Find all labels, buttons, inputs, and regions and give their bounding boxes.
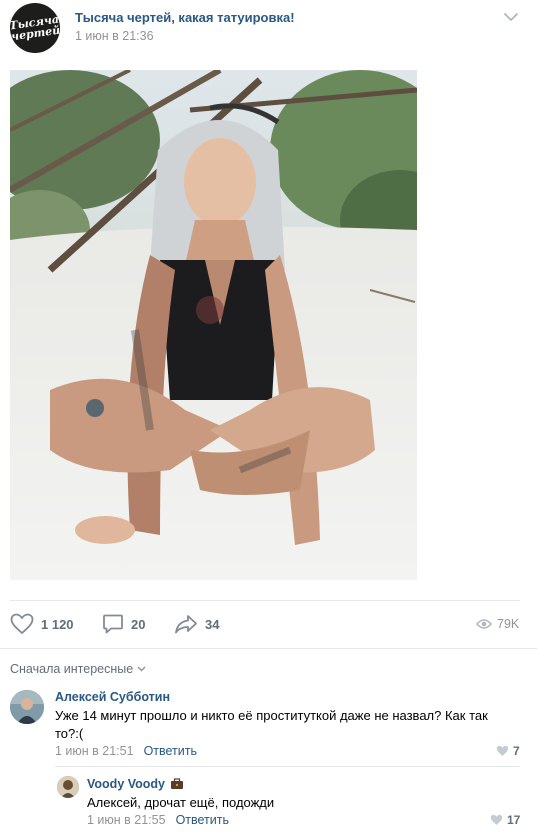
- comment-author[interactable]: Алексей Субботин: [55, 690, 170, 704]
- group-name-link[interactable]: Тысяча чертей, какая татуировка!: [75, 10, 295, 25]
- comments-sort-dropdown[interactable]: Сначала интересные: [10, 662, 146, 676]
- comment-divider: [55, 766, 520, 767]
- comment-date[interactable]: 1 июн в 21:51: [55, 744, 134, 758]
- comment-author[interactable]: Voody Voody: [87, 777, 184, 791]
- heart-icon: [496, 745, 509, 756]
- comment-meta: 1 июн в 21:55 Ответить: [87, 813, 229, 827]
- eye-icon: [476, 619, 492, 629]
- comment-button[interactable]: 20: [102, 612, 145, 636]
- comment-like-count: 17: [507, 813, 521, 827]
- avatar[interactable]: [57, 776, 79, 798]
- heart-icon: [10, 613, 34, 635]
- share-count: 34: [205, 616, 220, 632]
- like-button[interactable]: 1 120: [10, 612, 74, 636]
- share-icon: [175, 615, 197, 634]
- avatar-photo: [10, 690, 44, 724]
- chevron-down-icon[interactable]: [503, 11, 519, 23]
- comment-text: Уже 14 минут прошло и никто её проститут…: [55, 708, 488, 741]
- comment-author-name: Voody Voody: [87, 777, 166, 791]
- share-button[interactable]: 34: [174, 612, 219, 636]
- comment-text: Алексей, дрочат ещё, подожди: [87, 795, 275, 810]
- avatar[interactable]: [10, 690, 44, 724]
- like-count: 1 120: [41, 616, 74, 632]
- comment-like-button[interactable]: 7: [496, 744, 520, 758]
- actions-divider-top: [10, 600, 520, 601]
- chevron-down-icon: [137, 666, 146, 672]
- comment-meta: 1 июн в 21:51 Ответить: [55, 744, 197, 758]
- sort-label: Сначала интересные: [10, 662, 134, 676]
- comment-date[interactable]: 1 июн в 21:55: [87, 813, 166, 827]
- comment-count: 20: [131, 616, 146, 632]
- group-avatar[interactable]: Тысяча чертей: [10, 3, 60, 53]
- views-count: 79K: [497, 617, 520, 631]
- group-logo: Тысяча чертей: [10, 12, 60, 44]
- reply-button[interactable]: Ответить: [144, 744, 197, 758]
- reply-button[interactable]: Ответить: [176, 813, 229, 827]
- actions-divider-bottom: [0, 648, 537, 649]
- comment-like-count: 7: [513, 744, 520, 758]
- views-counter: 79K: [476, 612, 519, 636]
- briefcase-icon: [171, 778, 184, 789]
- photo-illustration: [10, 70, 417, 580]
- avatar-photo: [57, 776, 79, 798]
- comment-icon: [103, 614, 123, 634]
- comment-like-button[interactable]: 17: [490, 813, 520, 827]
- post-header: Тысяча чертей Тысяча чертей, какая татуир…: [0, 0, 537, 60]
- post-photo[interactable]: [10, 70, 417, 580]
- heart-icon: [490, 814, 503, 825]
- post-date[interactable]: 1 июн в 21:36: [75, 29, 154, 43]
